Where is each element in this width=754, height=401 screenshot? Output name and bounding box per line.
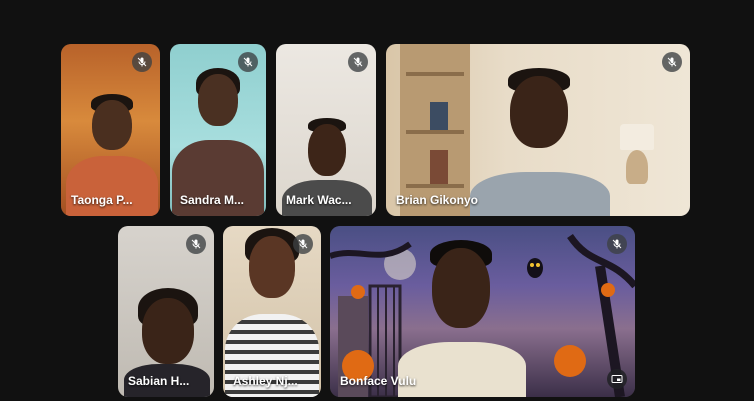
mic-off-icon[interactable] [348, 52, 368, 72]
mic-off-icon[interactable] [293, 234, 313, 254]
participant-tile-bonface[interactable]: Bonface Vulu [330, 226, 635, 397]
participant-name: Bonface Vulu [340, 374, 417, 388]
participant-tile-brian[interactable]: Brian Gikonyo [386, 44, 690, 216]
participant-tile-sandra[interactable]: Sandra M... [170, 44, 266, 216]
mic-off-icon[interactable] [186, 234, 206, 254]
participant-tile-mark[interactable]: Mark Wac... [276, 44, 376, 216]
mic-off-icon[interactable] [662, 52, 682, 72]
participant-name: Ashley Nj... [233, 374, 298, 388]
participant-name: Mark Wac... [286, 193, 352, 207]
participant-video-figure [386, 44, 690, 216]
mic-off-icon[interactable] [607, 234, 627, 254]
participant-video-figure [330, 226, 635, 397]
participant-name: Sandra M... [180, 193, 245, 207]
mic-off-icon[interactable] [238, 52, 258, 72]
picture-in-picture-icon[interactable] [607, 369, 627, 389]
mic-off-icon[interactable] [132, 52, 152, 72]
participant-name: Sabian H... [128, 374, 190, 388]
participant-tile-taonga[interactable]: Taonga P... [61, 44, 160, 216]
participant-name: Taonga P... [71, 193, 133, 207]
participant-name: Brian Gikonyo [396, 193, 479, 207]
participant-tile-sabian[interactable]: Sabian H... [118, 226, 214, 397]
participant-tile-ashley[interactable]: Ashley Nj... [223, 226, 321, 397]
